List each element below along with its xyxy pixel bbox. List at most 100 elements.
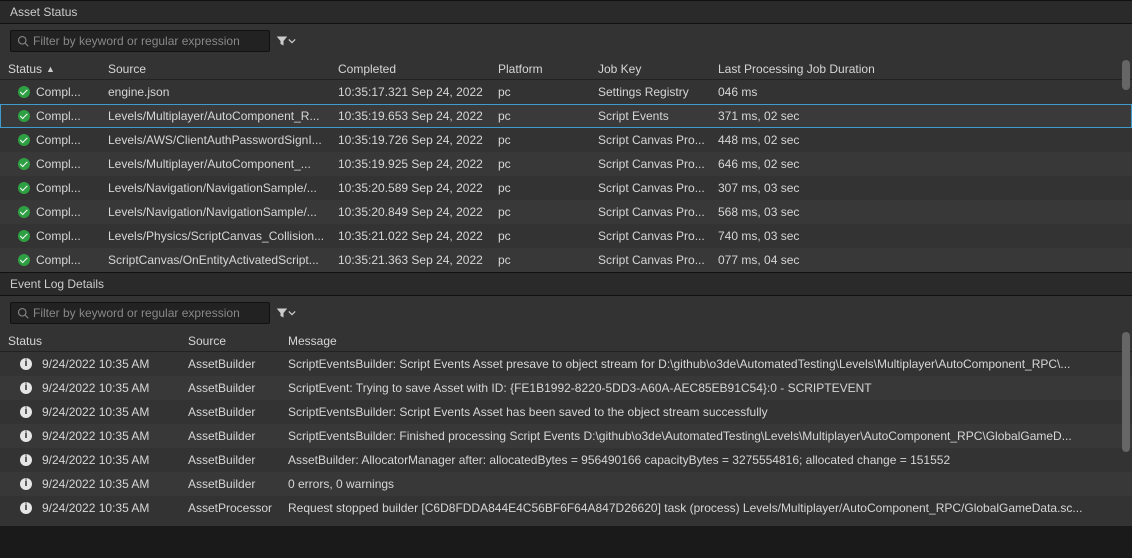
event-log-table: Status Source Message i9/24/2022 10:35 A… bbox=[0, 330, 1132, 526]
table-row[interactable]: i9/24/2022 10:35 AMAssetBuilder0 errors,… bbox=[0, 472, 1132, 496]
cell-log-source: AssetBuilder bbox=[180, 475, 280, 493]
status-text: Compl... bbox=[36, 109, 81, 123]
cell-status: Compl... bbox=[0, 179, 100, 197]
log-time: 9/24/2022 10:35 AM bbox=[42, 501, 149, 515]
col-log-source[interactable]: Source bbox=[180, 332, 280, 350]
col-source[interactable]: Source bbox=[100, 60, 330, 78]
info-icon: i bbox=[20, 382, 32, 394]
search-icon bbox=[17, 35, 29, 47]
asset-status-filter-button[interactable] bbox=[276, 35, 296, 47]
cell-duration: 646 ms, 02 sec bbox=[710, 155, 1010, 173]
cell-log-message: AssetBuilder: AllocatorManager after: al… bbox=[280, 451, 1100, 469]
check-icon bbox=[18, 230, 30, 242]
col-status[interactable]: Status ▲ bbox=[0, 60, 100, 78]
col-platform[interactable]: Platform bbox=[490, 60, 590, 78]
col-log-message[interactable]: Message bbox=[280, 332, 1100, 350]
cell-log-status: i9/24/2022 10:35 AM bbox=[0, 451, 180, 469]
scrollbar-thumb[interactable] bbox=[1122, 60, 1130, 90]
cell-source: Levels/Navigation/NavigationSample/... bbox=[100, 179, 330, 197]
cell-duration: 077 ms, 04 sec bbox=[710, 251, 1010, 269]
cell-source: engine.json bbox=[100, 83, 330, 101]
scrollbar-thumb[interactable] bbox=[1122, 332, 1130, 452]
table-row[interactable]: Compl...Levels/Navigation/NavigationSamp… bbox=[0, 200, 1132, 224]
cell-duration: 568 ms, 03 sec bbox=[710, 203, 1010, 221]
asset-status-table: Status ▲ Source Completed Platform Job K… bbox=[0, 58, 1132, 272]
table-row[interactable]: Compl...engine.json10:35:17.321 Sep 24, … bbox=[0, 80, 1132, 104]
check-icon bbox=[18, 254, 30, 266]
cell-platform: pc bbox=[490, 203, 590, 221]
cell-log-message: 0 errors, 0 warnings bbox=[280, 475, 1100, 493]
check-icon bbox=[18, 86, 30, 98]
col-completed-label: Completed bbox=[338, 62, 396, 76]
event-log-filter-input[interactable] bbox=[33, 306, 263, 320]
asset-status-scrollbar[interactable] bbox=[1122, 60, 1130, 270]
table-row[interactable]: i9/24/2022 10:35 AMAssetBuilderAssetBuil… bbox=[0, 448, 1132, 472]
asset-status-filter-input[interactable] bbox=[33, 34, 263, 48]
cell-jobkey: Script Canvas Pro... bbox=[590, 179, 710, 197]
status-text: Compl... bbox=[36, 133, 81, 147]
info-icon: i bbox=[20, 502, 32, 514]
cell-jobkey: Script Canvas Pro... bbox=[590, 203, 710, 221]
asset-status-panel: Asset Status Status ▲ Source Completed P… bbox=[0, 0, 1132, 272]
col-log-source-label: Source bbox=[188, 334, 226, 348]
table-row[interactable]: i9/24/2022 10:35 AMAssetBuilderScriptEve… bbox=[0, 400, 1132, 424]
col-completed[interactable]: Completed bbox=[330, 60, 490, 78]
cell-jobkey: Script Canvas Pro... bbox=[590, 227, 710, 245]
cell-duration: 740 ms, 03 sec bbox=[710, 227, 1010, 245]
event-log-scrollbar[interactable] bbox=[1122, 332, 1130, 524]
cell-duration: 046 ms bbox=[710, 83, 1010, 101]
table-row[interactable]: Compl...Levels/Physics/ScriptCanvas_Coll… bbox=[0, 224, 1132, 248]
funnel-icon bbox=[276, 35, 288, 47]
cell-jobkey: Script Events bbox=[590, 107, 710, 125]
table-row[interactable]: i9/24/2022 10:35 AMAssetBuilderScriptEve… bbox=[0, 424, 1132, 448]
table-row[interactable]: i9/24/2022 10:35 AMAssetBuilderScriptEve… bbox=[0, 376, 1132, 400]
check-icon bbox=[18, 158, 30, 170]
table-row[interactable]: Compl... Levels/AWS/ClientAuthPasswordSig… bbox=[0, 128, 1132, 152]
cell-jobkey: Settings Registry bbox=[590, 83, 710, 101]
cell-log-status: i9/24/2022 10:35 AM bbox=[0, 475, 180, 493]
event-log-filter-wrap[interactable] bbox=[10, 302, 270, 324]
col-status-label: Status bbox=[8, 62, 42, 76]
cell-log-status: i9/24/2022 10:35 AM bbox=[0, 379, 180, 397]
event-log-rows: i9/24/2022 10:35 AMAssetBuilderScriptEve… bbox=[0, 352, 1132, 520]
table-row[interactable]: Compl...Levels/Navigation/NavigationSamp… bbox=[0, 176, 1132, 200]
cell-status: Compl... bbox=[0, 83, 100, 101]
asset-status-rows: Compl...engine.json10:35:17.321 Sep 24, … bbox=[0, 80, 1132, 272]
col-source-label: Source bbox=[108, 62, 146, 76]
asset-status-filter-wrap[interactable] bbox=[10, 30, 270, 52]
table-row[interactable]: Compl...Levels/Multiplayer/AutoComponent… bbox=[0, 152, 1132, 176]
asset-status-title: Asset Status bbox=[0, 0, 1132, 24]
col-log-status-label: Status bbox=[8, 334, 42, 348]
cell-completed: 10:35:21.022 Sep 24, 2022 bbox=[330, 227, 490, 245]
cell-duration: 307 ms, 03 sec bbox=[710, 179, 1010, 197]
col-duration[interactable]: Last Processing Job Duration bbox=[710, 60, 1010, 78]
cell-log-message: ScriptEventsBuilder: Finished processing… bbox=[280, 427, 1100, 445]
event-log-title: Event Log Details bbox=[0, 272, 1132, 296]
cell-completed: 10:35:20.849 Sep 24, 2022 bbox=[330, 203, 490, 221]
chevron-down-icon bbox=[288, 309, 296, 317]
check-icon bbox=[18, 182, 30, 194]
search-icon bbox=[17, 307, 29, 319]
table-row[interactable]: i9/24/2022 10:35 AMAssetProcessorRequest… bbox=[0, 496, 1132, 520]
table-row[interactable]: Compl...Levels/Multiplayer/AutoComponent… bbox=[0, 104, 1132, 128]
cell-source: Levels/AWS/ClientAuthPasswordSignI... bbox=[100, 131, 330, 149]
asset-status-filter-bar bbox=[0, 24, 1132, 58]
status-text: Compl... bbox=[36, 205, 81, 219]
asset-status-header: Status ▲ Source Completed Platform Job K… bbox=[0, 58, 1132, 80]
cell-log-source: AssetBuilder bbox=[180, 451, 280, 469]
cell-status: Compl... bbox=[0, 203, 100, 221]
event-log-filter-button[interactable] bbox=[276, 307, 296, 319]
check-icon bbox=[18, 134, 30, 146]
cell-log-source: AssetBuilder bbox=[180, 355, 280, 373]
col-platform-label: Platform bbox=[498, 62, 543, 76]
cell-completed: 10:35:19.726 Sep 24, 2022 bbox=[330, 131, 490, 149]
cell-platform: pc bbox=[490, 155, 590, 173]
table-row[interactable]: Compl...ScriptCanvas/OnEntityActivatedSc… bbox=[0, 248, 1132, 272]
col-log-status[interactable]: Status bbox=[0, 332, 180, 350]
col-jobkey[interactable]: Job Key bbox=[590, 60, 710, 78]
table-row[interactable]: i9/24/2022 10:35 AMAssetBuilderScriptEve… bbox=[0, 352, 1132, 376]
sort-ascending-icon: ▲ bbox=[46, 64, 55, 74]
cell-log-source: AssetBuilder bbox=[180, 379, 280, 397]
cell-source: Levels/Physics/ScriptCanvas_Collision... bbox=[100, 227, 330, 245]
cell-status: Compl... bbox=[0, 251, 100, 269]
